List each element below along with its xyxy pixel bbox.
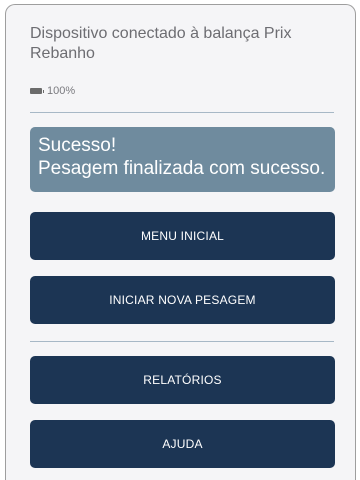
battery-level: 100%	[47, 85, 76, 97]
battery-status: 100%	[30, 85, 75, 97]
battery-icon	[30, 88, 44, 94]
ajuda-button[interactable]: AJUDA	[30, 420, 335, 468]
alert-message: Pesagem finalizada com sucesso.	[38, 158, 326, 179]
alert-title: Sucesso!	[38, 135, 117, 156]
relatorios-button[interactable]: RELATÓRIOS	[30, 356, 335, 404]
success-alert: Sucesso! Pesagem finalizada com sucesso.	[30, 127, 335, 192]
device-connection-text: Dispositivo conectado à balança Prix Reb…	[30, 25, 292, 62]
iniciar-nova-pesagem-button[interactable]: INICIAR NOVA PESAGEM	[30, 276, 335, 324]
divider-middle	[30, 341, 334, 342]
menu-inicial-button[interactable]: MENU INICIAL	[30, 212, 335, 260]
divider-top	[30, 112, 334, 113]
app-screen: Dispositivo conectado à balança Prix Reb…	[5, 4, 356, 480]
connection-status: Dispositivo conectado à balança Prix Reb…	[6, 5, 355, 112]
